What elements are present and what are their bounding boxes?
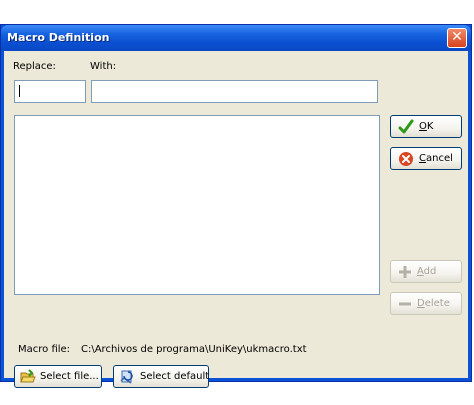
replace-input[interactable]: [14, 80, 86, 103]
ok-button[interactable]: OK: [390, 115, 462, 138]
macro-file-label: Macro file:: [18, 344, 71, 355]
cancel-button[interactable]: Cancel: [390, 147, 462, 170]
window-title: Macro Definition: [7, 31, 110, 44]
delete-label: Delete: [417, 298, 450, 309]
dialog-body: Replace: With: OK Cancel Add Delete Macr…: [4, 51, 468, 388]
macro-list[interactable]: [14, 115, 380, 295]
select-file-label: Select file...: [40, 371, 99, 382]
ok-label: OK: [419, 121, 434, 132]
checkmark-icon: [398, 119, 414, 135]
macro-file-path: C:\Archivos de programa\UniKey\ukmacro.t…: [81, 344, 307, 355]
macro-definition-dialog: Macro Definition ✕ Replace: With: OK Can…: [0, 24, 472, 388]
minus-icon: [398, 297, 412, 311]
with-input[interactable]: [91, 80, 378, 103]
cancel-icon: [398, 151, 414, 167]
title-bar[interactable]: Macro Definition ✕: [1, 25, 471, 51]
select-default-label: Select default: [140, 371, 210, 382]
restore-icon: [119, 369, 135, 385]
select-file-button[interactable]: Select file...: [14, 365, 102, 388]
folder-open-icon: [20, 368, 36, 385]
select-default-button[interactable]: Select default: [113, 365, 209, 388]
delete-button[interactable]: Delete: [390, 292, 462, 315]
add-label: Add: [417, 266, 437, 277]
with-label: With:: [90, 61, 117, 72]
add-button[interactable]: Add: [390, 260, 462, 283]
cancel-label: Cancel: [419, 153, 453, 164]
replace-label: Replace:: [13, 61, 56, 72]
close-button[interactable]: ✕: [447, 28, 467, 48]
text-caret: [19, 85, 20, 97]
plus-icon: [398, 265, 412, 279]
